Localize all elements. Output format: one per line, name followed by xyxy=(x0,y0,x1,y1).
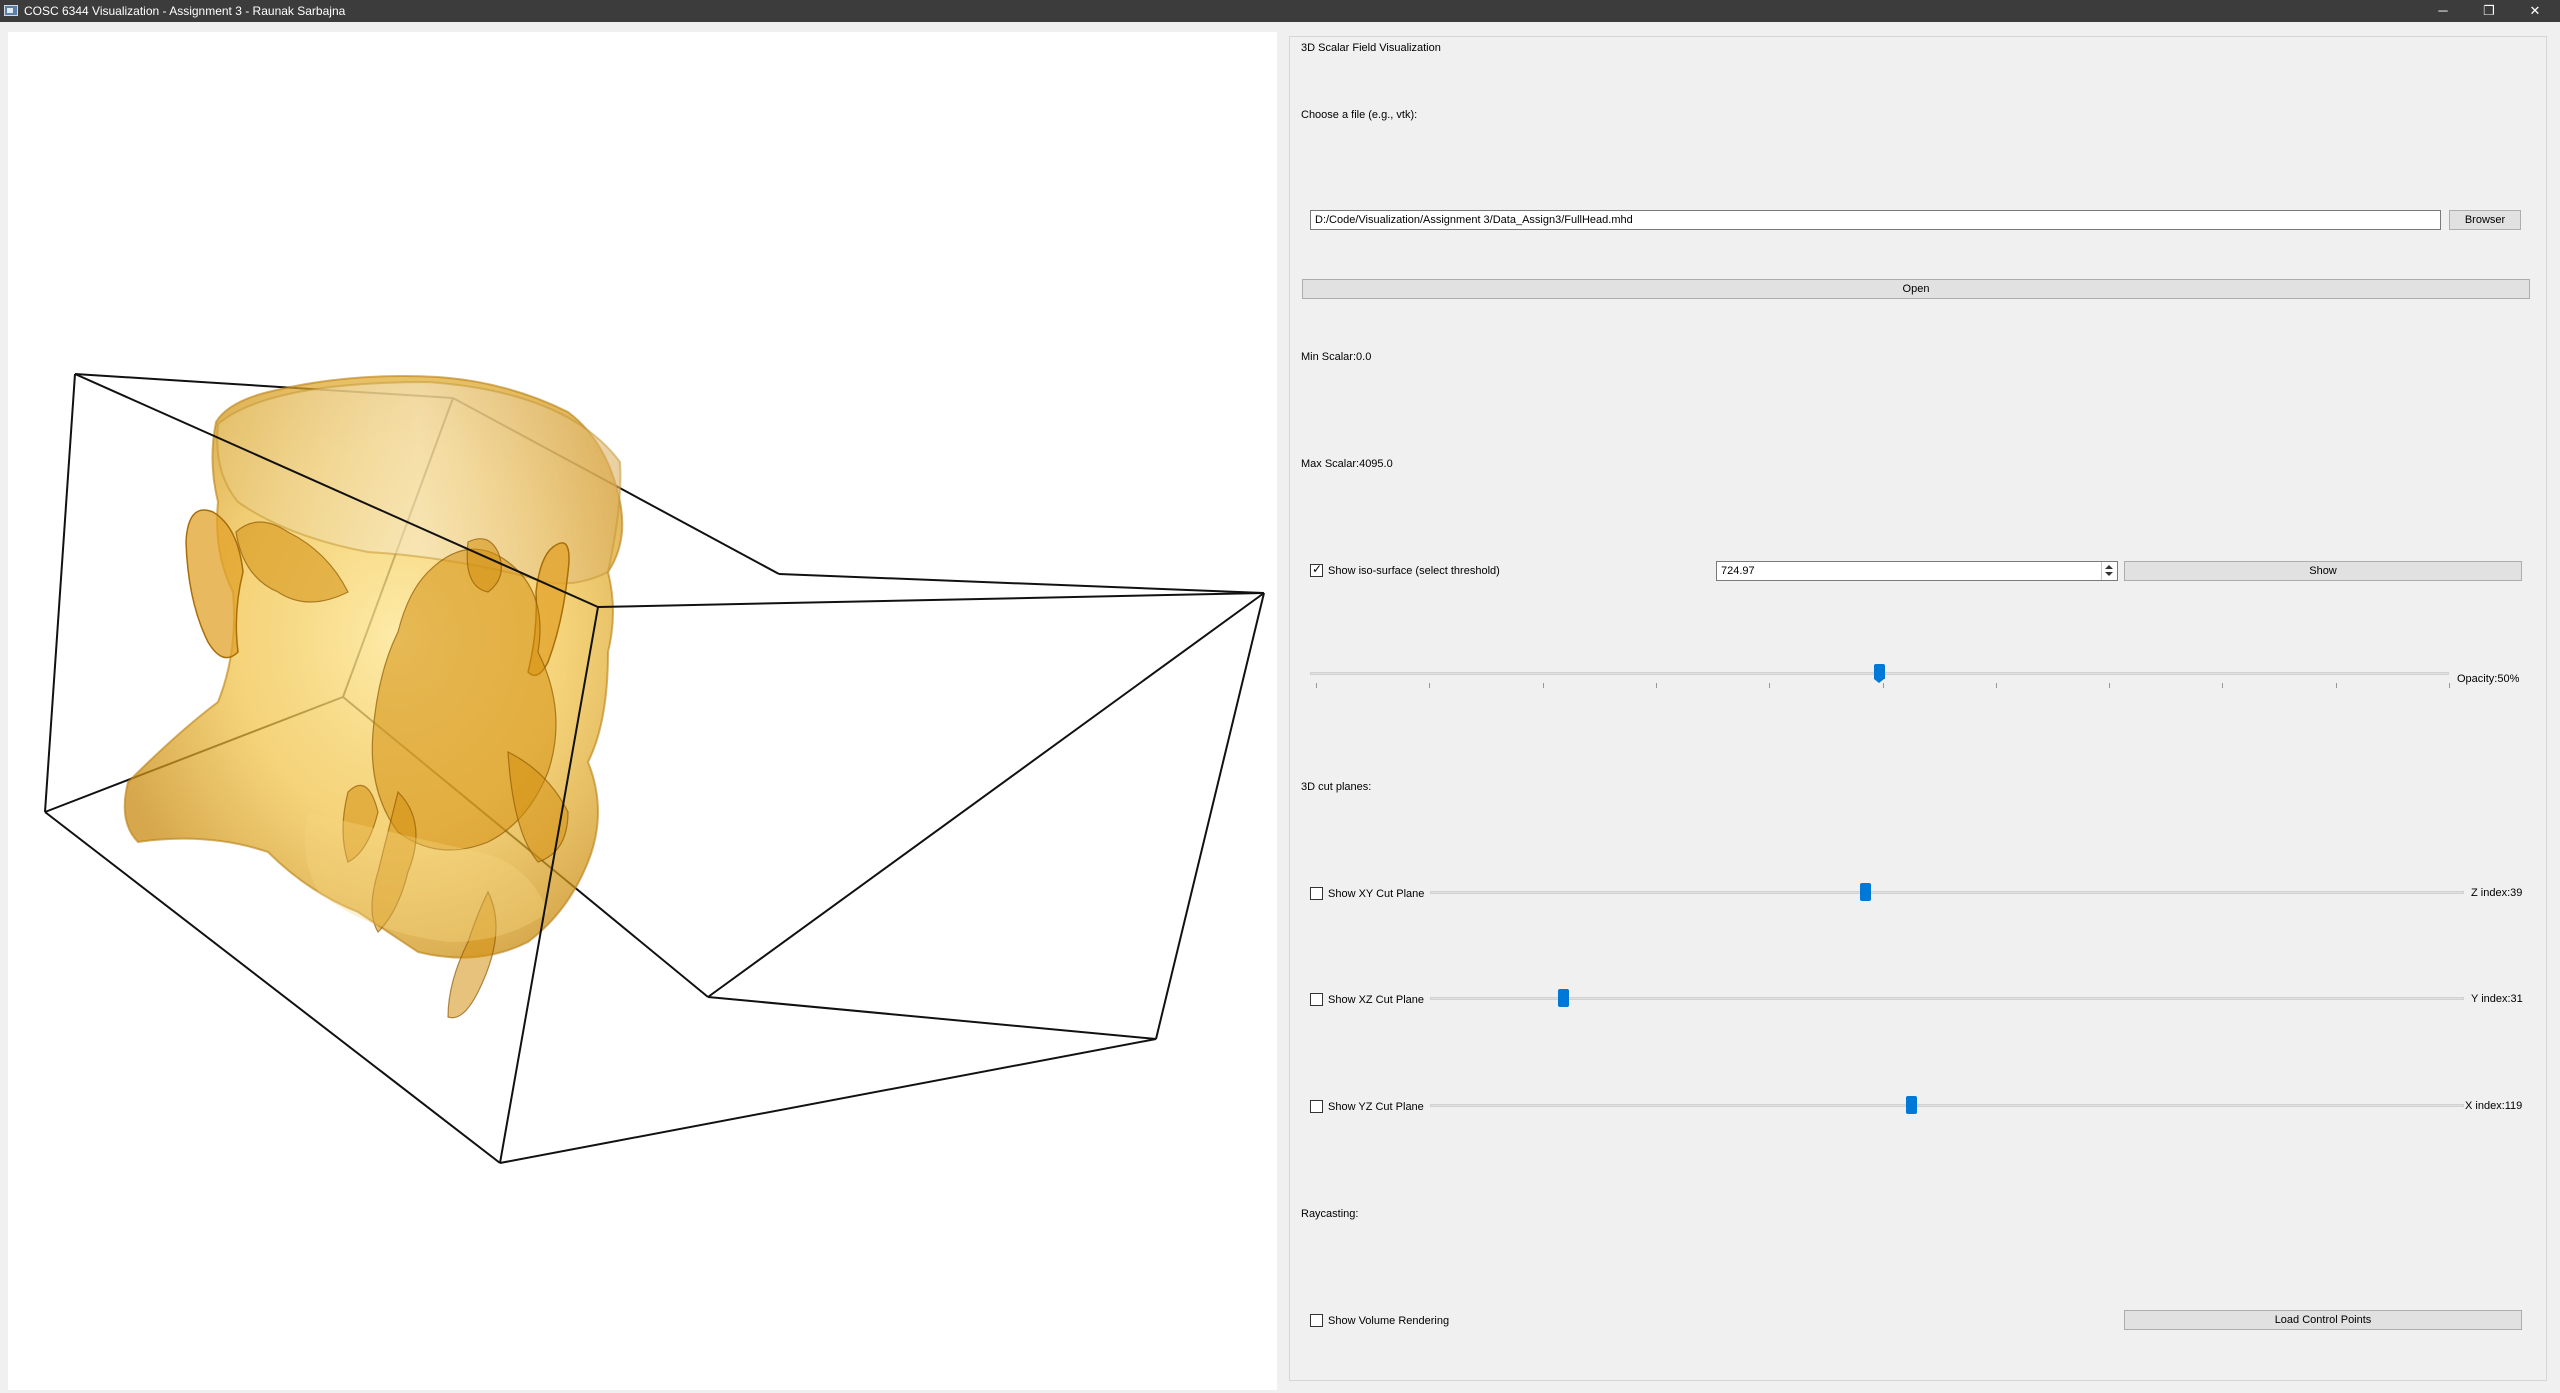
window-title: COSC 6344 Visualization - Assignment 3 -… xyxy=(24,4,346,18)
x-index-slider[interactable] xyxy=(1430,1095,2464,1115)
opacity-tick xyxy=(1316,683,1317,688)
file-label: Choose a file (e.g., vtk): xyxy=(1301,109,1418,121)
open-button[interactable]: Open xyxy=(1302,279,2530,299)
y-index-slider-groove xyxy=(1430,997,2464,1000)
control-panel xyxy=(1289,36,2547,1381)
opacity-tick xyxy=(1769,683,1771,688)
opacity-tick xyxy=(2109,683,2111,688)
x-index-slider-handle[interactable] xyxy=(1905,1096,1917,1114)
title-bar: COSC 6344 Visualization - Assignment 3 -… xyxy=(0,0,2560,22)
raycasting-title: Raycasting: xyxy=(1301,1208,1359,1220)
spin-up-icon[interactable] xyxy=(2105,565,2113,569)
volume-rendering-checkbox[interactable] xyxy=(1310,1314,1323,1327)
close-button[interactable]: ✕ xyxy=(2512,0,2558,22)
opacity-tick xyxy=(2222,683,2224,688)
opacity-tick xyxy=(1882,683,1884,688)
max-scalar-label: Max Scalar:4095.0 xyxy=(1301,458,1393,470)
y-index-slider[interactable] xyxy=(1430,988,2464,1008)
cut-planes-title: 3D cut planes: xyxy=(1301,781,1372,793)
opacity-tick xyxy=(1542,683,1544,688)
xy-cut-plane-label: Show XY Cut Plane xyxy=(1328,887,1425,900)
iso-surface-toggle[interactable]: Show iso-surface (select threshold) xyxy=(1310,562,1500,577)
opacity-tick xyxy=(2335,683,2337,688)
iso-surface-checkbox[interactable] xyxy=(1310,562,1323,577)
yz-cut-plane-label: Show YZ Cut Plane xyxy=(1328,1100,1424,1113)
opacity-tick xyxy=(1655,683,1657,688)
x-index-slider-groove xyxy=(1430,1104,2464,1107)
xz-cut-plane-toggle[interactable]: Show XZ Cut Plane xyxy=(1310,993,1424,1006)
iso-surface-label: Show iso-surface (select threshold) xyxy=(1328,564,1500,577)
yz-cut-plane-toggle[interactable]: Show YZ Cut Plane xyxy=(1310,1100,1424,1113)
y-index-slider-handle[interactable] xyxy=(1557,989,1569,1007)
load-control-points-button[interactable]: Load Control Points xyxy=(2124,1310,2522,1330)
opacity-label: Opacity:50% xyxy=(2457,673,2520,685)
y-index-label: Y index:31 xyxy=(2471,993,2523,1005)
xy-cut-plane-checkbox[interactable] xyxy=(1310,887,1323,900)
iso-surface-render xyxy=(44,373,1265,1164)
browser-button[interactable]: Browser xyxy=(2449,210,2521,230)
app-icon xyxy=(4,5,18,16)
panel-title: 3D Scalar Field Visualization xyxy=(1298,42,1444,54)
opacity-tick xyxy=(2449,683,2450,688)
minimize-button[interactable]: ─ xyxy=(2420,0,2466,22)
z-index-label: Z index:39 xyxy=(2471,887,2523,899)
x-index-label: X index:119 xyxy=(2465,1100,2523,1112)
volume-rendering-label: Show Volume Rendering xyxy=(1328,1314,1450,1327)
iso-threshold-value: 724.97 xyxy=(1721,565,1755,577)
opacity-slider-ticks xyxy=(1316,683,2450,689)
xz-cut-plane-label: Show XZ Cut Plane xyxy=(1328,993,1424,1006)
render-view[interactable] xyxy=(8,32,1277,1390)
opacity-tick xyxy=(1429,683,1431,688)
show-button[interactable]: Show xyxy=(2124,561,2522,581)
restore-button[interactable]: ❐ xyxy=(2466,0,2512,22)
z-index-slider-handle[interactable] xyxy=(1859,883,1871,901)
spin-arrows[interactable] xyxy=(2101,562,2117,580)
iso-threshold-spinbox[interactable]: 724.97 xyxy=(1716,561,2118,581)
xz-cut-plane-checkbox[interactable] xyxy=(1310,993,1323,1006)
volume-rendering-toggle[interactable]: Show Volume Rendering xyxy=(1310,1314,1449,1327)
opacity-slider[interactable] xyxy=(1310,663,2449,683)
opacity-slider-handle[interactable] xyxy=(1874,664,1885,683)
z-index-slider[interactable] xyxy=(1430,882,2464,902)
z-index-slider-groove xyxy=(1430,891,2464,894)
file-path-input[interactable] xyxy=(1310,210,2441,230)
xy-cut-plane-toggle[interactable]: Show XY Cut Plane xyxy=(1310,887,1424,900)
yz-cut-plane-checkbox[interactable] xyxy=(1310,1100,1323,1113)
spin-down-icon[interactable] xyxy=(2105,572,2113,576)
opacity-tick xyxy=(1995,683,1997,688)
min-scalar-label: Min Scalar:0.0 xyxy=(1301,351,1372,363)
